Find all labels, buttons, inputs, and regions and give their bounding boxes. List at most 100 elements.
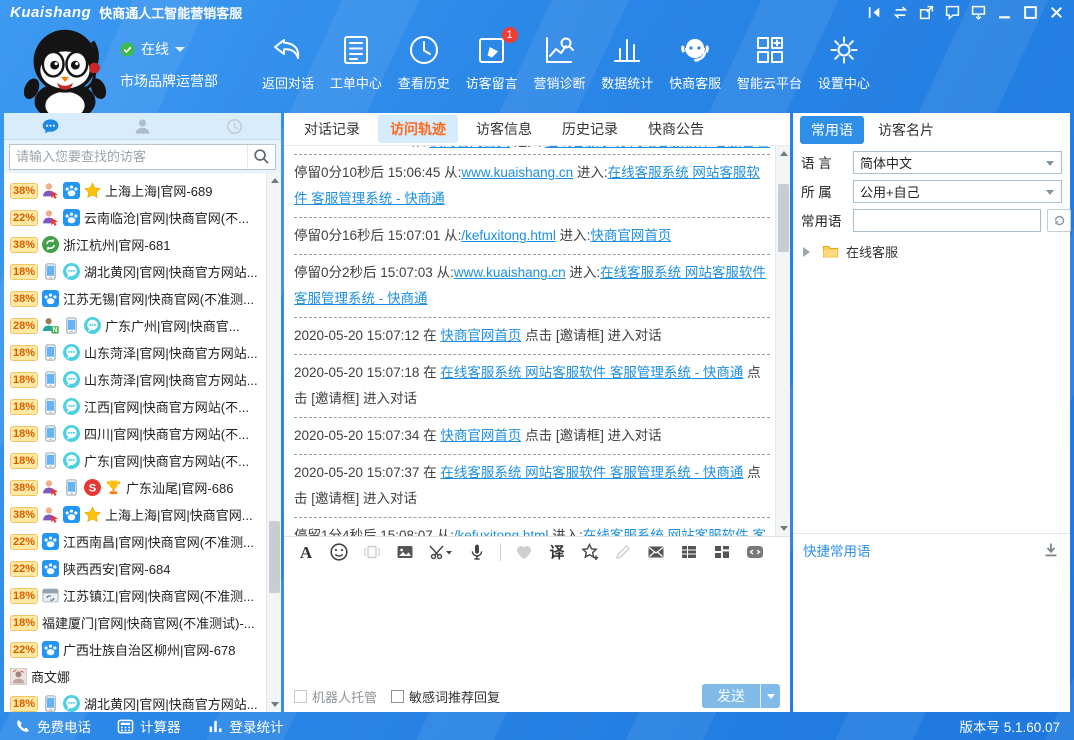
toolbar-item-return[interactable]: 返回对话 xyxy=(262,32,314,92)
screenshot-icon[interactable] xyxy=(428,542,454,562)
font-icon[interactable]: A xyxy=(296,542,316,562)
switch-window-icon[interactable] xyxy=(892,5,908,21)
statusbar-phone-call[interactable]: 免费电话 xyxy=(14,716,91,736)
main-tab-1[interactable]: 对话记录 xyxy=(292,115,372,143)
visitor-row[interactable]: 38%浙江杭州|官网-681 xyxy=(10,231,265,258)
trail-link[interactable]: /kefuxitong.html xyxy=(461,228,556,243)
sensitive-checkbox-box[interactable] xyxy=(391,690,404,703)
minimize-window-icon[interactable] xyxy=(996,5,1012,21)
favorite-icon[interactable] xyxy=(580,542,600,562)
toolbar-item-service[interactable]: 快商客服 xyxy=(669,32,721,92)
refresh-icon[interactable] xyxy=(1047,209,1071,232)
heart-icon[interactable] xyxy=(514,542,534,562)
visitor-row[interactable]: 22%云南临沧|官网|快商官网(不... xyxy=(10,204,265,231)
toolbar-item-history[interactable]: 查看历史 xyxy=(398,32,450,92)
layout-icon[interactable] xyxy=(712,542,732,562)
toolbar-item-worklist[interactable]: 工单中心 xyxy=(330,32,382,92)
close-window-icon[interactable] xyxy=(1048,5,1064,21)
right-tab-1[interactable]: 常用语 xyxy=(800,116,864,144)
scrollbar-thumb[interactable] xyxy=(778,184,789,252)
toolbar-item-cloud[interactable]: 智能云平台 xyxy=(737,32,802,92)
sensitive-checkbox[interactable]: 敏感词推荐回复 xyxy=(391,687,500,706)
comment-window-icon[interactable] xyxy=(944,5,960,21)
toolbar-item-message[interactable]: 1访客留言 xyxy=(466,32,518,92)
statusbar-calculator[interactable]: 计算器 xyxy=(117,716,181,736)
scroll-up-icon[interactable] xyxy=(267,173,281,188)
search-icon[interactable] xyxy=(247,145,275,169)
visitor-row[interactable]: 28%N广东广州|官网|快商官... xyxy=(10,312,265,339)
main-tab-3[interactable]: 访客信息 xyxy=(464,115,544,143)
visitor-row[interactable]: 18%福建厦门|官网|快商官网(不准测试)-... xyxy=(10,609,265,636)
send-button-label[interactable]: 发送 xyxy=(702,686,760,706)
status-selector[interactable]: 在线 xyxy=(120,39,218,59)
main-tab-5[interactable]: 快商公告 xyxy=(636,115,716,143)
scroll-up-icon[interactable] xyxy=(776,146,790,161)
scroll-down-icon[interactable] xyxy=(776,521,790,536)
send-button[interactable]: 发送 xyxy=(702,684,780,708)
robot-checkbox-box[interactable] xyxy=(294,690,307,703)
shake-icon[interactable] xyxy=(362,542,382,562)
toolbar-item-diagnosis[interactable]: 营销诊断 xyxy=(533,32,585,92)
visitor-row[interactable]: 38%上海上海|官网|快商官网... xyxy=(10,501,265,528)
toolbar-item-settings[interactable]: 设置中心 xyxy=(818,32,870,92)
visitor-row[interactable]: 18%湖北黄冈|官网|快商官方网站... xyxy=(10,690,265,712)
emoticon-icon[interactable] xyxy=(329,542,349,562)
trail-link[interactable]: 快商官网首页 xyxy=(440,328,521,343)
collapse-window-icon[interactable] xyxy=(866,5,882,21)
trail-link[interactable]: 快商官网首页 xyxy=(440,428,521,443)
trail-scrollbar[interactable] xyxy=(775,146,790,536)
trail-link[interactable]: 在线客服系统 网站客服软件 客服管理系统 - 快商通 xyxy=(440,365,743,380)
phrase-input[interactable] xyxy=(853,209,1041,232)
trail-link[interactable]: /kefuxitong.html xyxy=(454,528,549,536)
table-icon[interactable] xyxy=(679,542,699,562)
visitor-row[interactable]: 18%山东菏泽|官网|快商官方网站... xyxy=(10,339,265,366)
trail-link[interactable]: 快商官网首页 xyxy=(429,146,510,149)
image-icon[interactable] xyxy=(395,542,415,562)
statusbar-login-stats[interactable]: 登录统计 xyxy=(207,716,284,736)
visitor-row[interactable]: 22%陕西西安|官网-684 xyxy=(10,555,265,582)
visitor-row[interactable]: 18%广东|官网|快商官方网站(不... xyxy=(10,447,265,474)
mail-icon[interactable] xyxy=(646,542,666,562)
scrollbar-thumb[interactable] xyxy=(269,521,280,593)
visitor-row[interactable]: 18%山东菏泽|官网|快商官方网站... xyxy=(10,366,265,393)
belong-select[interactable]: 公用+自己 xyxy=(853,180,1062,203)
visitor-row[interactable]: 38%上海上海|官网-689 xyxy=(10,177,265,204)
trail-link[interactable]: 在线客服系统 网站客服软件 客服管理系统 - 快商通 xyxy=(440,465,743,480)
visitor-row[interactable]: 18%江苏镇江|官网|快商官网(不准测... xyxy=(10,582,265,609)
sidebar-tab-clock[interactable] xyxy=(189,113,281,139)
language-select[interactable]: 简体中文 xyxy=(853,151,1062,174)
send-options-caret-icon[interactable] xyxy=(760,684,780,708)
search-input[interactable] xyxy=(10,146,247,168)
trail-link[interactable]: www.kuaishang.cn xyxy=(454,265,566,280)
main-tab-4[interactable]: 历史记录 xyxy=(550,115,630,143)
toolbar-item-stats[interactable]: 数据统计 xyxy=(601,32,653,92)
visitor-row[interactable]: 38%S广东汕尾|官网-686 xyxy=(10,474,265,501)
trail-link[interactable]: www.kuaishang.cn xyxy=(461,165,573,180)
visitor-row[interactable]: 商文娜 xyxy=(10,663,265,690)
robot-checkbox[interactable]: 机器人托管 xyxy=(294,687,377,706)
message-input-area[interactable] xyxy=(284,566,790,684)
main-tab-2[interactable]: 访问轨迹 xyxy=(378,115,458,143)
mic-icon[interactable] xyxy=(467,542,487,562)
edit-icon[interactable] xyxy=(613,542,633,562)
trail-link[interactable]: 快商官网首页 xyxy=(590,228,671,243)
visitor-row[interactable]: 18%四川|官网|快商官方网站(不... xyxy=(10,420,265,447)
visitor-row[interactable]: 18%湖北黄冈|官网|快商官方网站... xyxy=(10,258,265,285)
visitor-row[interactable]: 22%江西南昌|官网|快商官网(不准测... xyxy=(10,528,265,555)
visitor-row[interactable]: 38%江苏无锡|官网|快商官网(不准测... xyxy=(10,285,265,312)
sidebar-tab-person[interactable] xyxy=(96,113,188,139)
sidebar-tab-chat[interactable] xyxy=(4,113,96,139)
translate-icon[interactable]: 译 xyxy=(547,542,567,562)
panel-window-icon[interactable] xyxy=(970,5,986,21)
trail-link[interactable]: 在线客服系统 网站客服软件 客服管理系统 - 快商通 xyxy=(545,146,770,149)
maximize-window-icon[interactable] xyxy=(1022,5,1038,21)
right-tab-2[interactable]: 访客名片 xyxy=(878,120,934,140)
code-icon[interactable] xyxy=(745,542,765,562)
scroll-down-icon[interactable] xyxy=(267,697,281,712)
popout-window-icon[interactable] xyxy=(918,5,934,21)
tree-expand-icon[interactable] xyxy=(803,247,815,257)
visitor-list-scrollbar[interactable] xyxy=(266,173,281,712)
visitor-row[interactable]: 22%广西壮族自治区柳州|官网-678 xyxy=(10,636,265,663)
tree-node-label[interactable]: 在线客服 xyxy=(846,242,898,261)
visitor-row[interactable]: 18%江西|官网|快商官方网站(不... xyxy=(10,393,265,420)
